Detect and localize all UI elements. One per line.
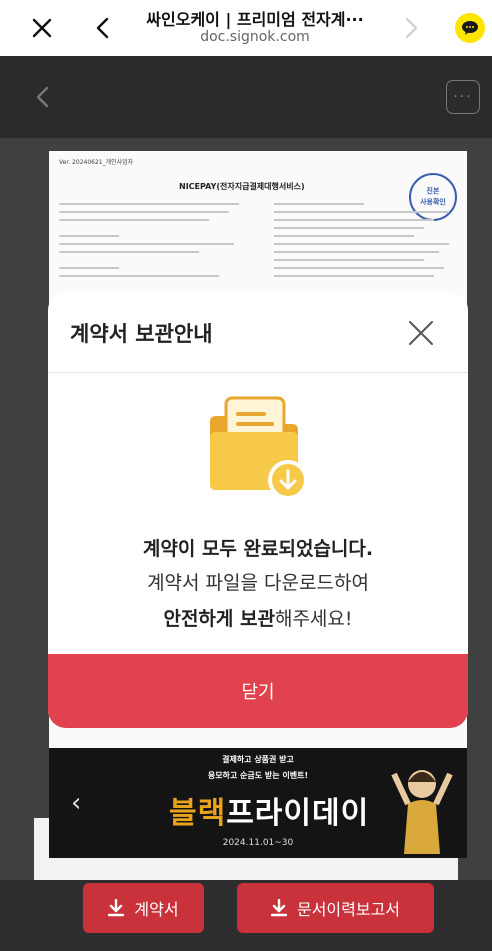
authenticity-stamp: 진본 사용확인 xyxy=(409,173,457,221)
viewer-back-icon[interactable] xyxy=(30,82,56,112)
safekeeping-instruction: 안전하게 보관해주세요! xyxy=(48,604,468,631)
document-heading: NICEPAY(전자지급결제대행서비스) xyxy=(179,182,305,191)
completion-message: 계약이 모두 완료되었습니다. xyxy=(142,538,374,560)
banner-character-icon xyxy=(391,770,453,854)
banner-headline-rest: 프라이데이 xyxy=(226,796,370,831)
page-url: doc.signok.com xyxy=(200,29,310,45)
safekeeping-emphasis: 안전하게 보관 xyxy=(163,608,275,630)
history-report-download-button[interactable]: 문서이력보고서 xyxy=(237,883,434,933)
close-icon[interactable] xyxy=(26,12,58,44)
stamp-bottom-text: 사용확인 xyxy=(420,198,446,206)
banner-prev-icon[interactable]: ‹ xyxy=(71,788,81,818)
banner-headline-highlight: 블랙 xyxy=(169,796,227,831)
contract-button-label: 계약서 xyxy=(134,900,179,919)
page-title: 싸인오케이 | 프리미엄 전자계··· xyxy=(146,10,364,29)
forward-icon[interactable] xyxy=(396,12,428,44)
archive-notice-modal: 계약서 보관안내 계약이 모두 완료되었습니다. 계약서 파일을 다운로드하여 … xyxy=(48,292,468,728)
safekeeping-end: 해주세요! xyxy=(274,608,353,630)
document-version: Ver. 20240621_개인사업자 xyxy=(59,159,134,166)
chat-icon[interactable] xyxy=(455,13,485,43)
contract-download-button[interactable]: 계약서 xyxy=(83,883,204,933)
bottom-action-bar: 계약서 문서이력보고서 xyxy=(0,880,492,951)
back-icon[interactable] xyxy=(86,12,118,44)
download-icon xyxy=(270,899,287,917)
more-options-icon[interactable]: ··· xyxy=(446,80,480,114)
modal-close-button[interactable]: 닫기 xyxy=(48,654,468,728)
viewer-toolbar: ··· xyxy=(0,56,492,138)
history-button-label: 문서이력보고서 xyxy=(296,900,401,919)
modal-title: 계약서 보관안내 xyxy=(70,322,213,346)
download-icon xyxy=(108,899,125,917)
modal-close-icon[interactable] xyxy=(404,316,438,350)
banner-headline: 블랙프라이데이 xyxy=(169,788,369,832)
modal-divider xyxy=(48,372,468,373)
browser-top-bar: 싸인오케이 | 프리미엄 전자계··· doc.signok.com xyxy=(0,0,492,56)
promo-banner[interactable]: ‹ 결제하고 상품권 받고 응모하고 순금도 받는 이벤트! 블랙프라이데이 2… xyxy=(49,748,467,858)
folder-download-icon xyxy=(204,392,314,502)
download-instruction: 계약서 파일을 다운로드하여 xyxy=(147,572,369,594)
stamp-top-text: 진본 xyxy=(426,187,440,195)
